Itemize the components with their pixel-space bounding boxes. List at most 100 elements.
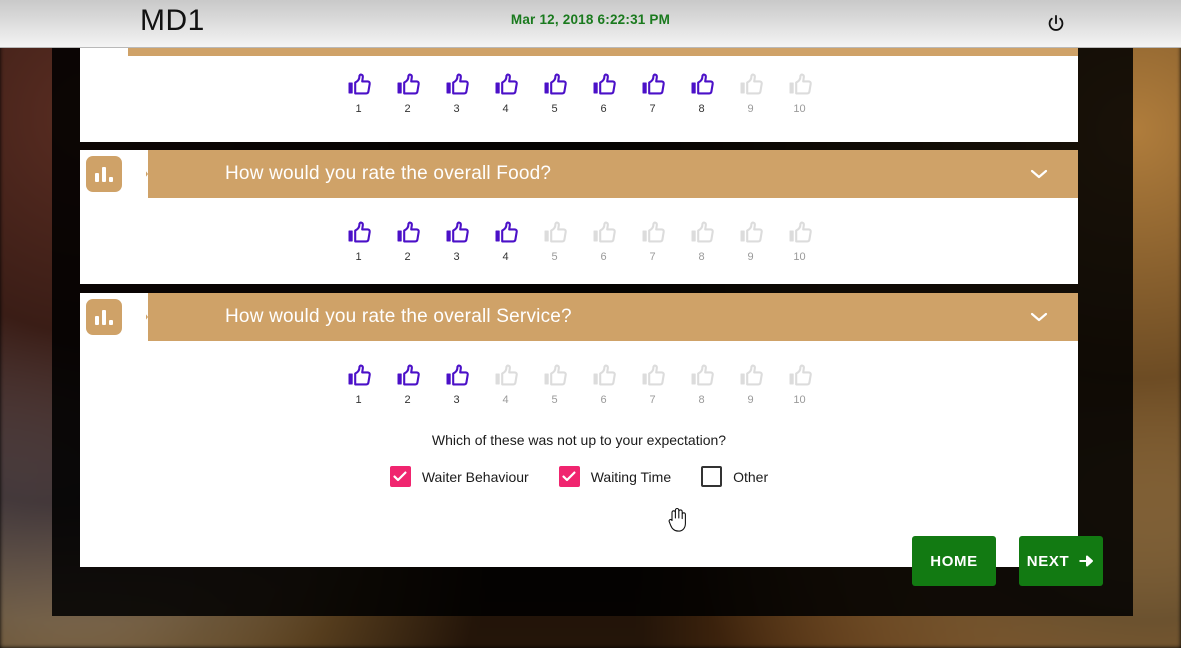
question-header-food[interactable]: How would you rate the overall Food? <box>80 150 1078 198</box>
followup-option-label: Other <box>733 468 769 485</box>
thumbs-up-icon <box>444 361 470 391</box>
thumbs-up-icon <box>689 70 715 100</box>
thumbs-up-icon <box>444 218 470 248</box>
rating-number: 10 <box>793 394 806 406</box>
checkbox-checked[interactable] <box>558 466 580 487</box>
collapse-toggle-food[interactable] <box>1030 168 1048 180</box>
question-header-service[interactable]: How would you rate the overall Service? <box>80 293 1078 341</box>
rating-option-8[interactable]: 8 <box>677 361 726 406</box>
rating-number: 7 <box>649 394 656 406</box>
rating-option-8[interactable]: 8 <box>677 218 726 263</box>
rating-option-5[interactable]: 5 <box>530 361 579 406</box>
rating-option-6[interactable]: 6 <box>579 361 628 406</box>
rating-option-3[interactable]: 3 <box>432 218 481 263</box>
next-button[interactable]: NEXT <box>1019 536 1103 586</box>
arrow-right-icon <box>1079 555 1094 567</box>
rating-option-10[interactable]: 10 <box>775 70 824 115</box>
power-button[interactable] <box>1040 9 1072 39</box>
thumbs-up-icon <box>691 364 714 386</box>
rating-number: 4 <box>502 103 509 115</box>
rating-option-9[interactable]: 9 <box>726 70 775 115</box>
rating-number: 2 <box>404 394 411 406</box>
rating-option-6[interactable]: 6 <box>579 218 628 263</box>
thumbs-up-icon <box>787 218 813 248</box>
rating-option-1[interactable]: 1 <box>334 361 383 406</box>
followup-option-3[interactable]: Other <box>701 466 768 487</box>
thumbs-up-icon <box>642 364 665 386</box>
rating-number: 4 <box>502 394 509 406</box>
home-button-label: HOME <box>930 552 978 570</box>
rating-number: 2 <box>404 251 411 263</box>
rating-option-3[interactable]: 3 <box>432 70 481 115</box>
rating-option-2[interactable]: 2 <box>383 70 432 115</box>
footer-actions: HOME NEXT <box>0 536 1181 596</box>
rating-option-4[interactable]: 4 <box>481 218 530 263</box>
rating-option-4[interactable]: 4 <box>481 361 530 406</box>
rating-option-8[interactable]: 8 <box>677 70 726 115</box>
rating-row-clipped[interactable]: 1 2 3 4 5 6 7 8 9 10 <box>80 70 1078 115</box>
thumbs-up-icon <box>495 221 518 243</box>
followup-option-1[interactable]: Waiter Behaviour <box>389 466 529 487</box>
thumbs-up-icon <box>738 218 764 248</box>
thumbs-up-icon <box>395 218 421 248</box>
rating-row-service[interactable]: 1 2 3 4 5 6 7 8 9 10 <box>80 361 1078 406</box>
rating-option-9[interactable]: 9 <box>726 361 775 406</box>
rating-number: 6 <box>600 394 607 406</box>
thumbs-up-icon <box>640 361 666 391</box>
top-bar: MD1 Mar 12, 2018 6:22:31 PM <box>0 0 1181 48</box>
followup-option-label: Waiter Behaviour <box>421 468 529 485</box>
rating-number: 8 <box>698 103 705 115</box>
rating-option-1[interactable]: 1 <box>334 70 383 115</box>
rating-option-2[interactable]: 2 <box>383 361 432 406</box>
thumbs-up-icon <box>591 218 617 248</box>
thumbs-up-icon <box>738 70 764 100</box>
rating-number: 7 <box>649 251 656 263</box>
thumbs-up-icon <box>395 361 421 391</box>
rating-number: 9 <box>747 394 754 406</box>
rating-number: 10 <box>793 251 806 263</box>
rating-option-7[interactable]: 7 <box>628 218 677 263</box>
rating-option-5[interactable]: 5 <box>530 70 579 115</box>
thumbs-up-icon <box>640 218 666 248</box>
rating-option-3[interactable]: 3 <box>432 361 481 406</box>
followup-option-2[interactable]: Waiting Time <box>558 466 672 487</box>
home-button[interactable]: HOME <box>912 536 996 586</box>
rating-row-food[interactable]: 1 2 3 4 5 6 7 8 9 10 <box>80 218 1078 263</box>
rating-option-10[interactable]: 10 <box>775 218 824 263</box>
rating-option-6[interactable]: 6 <box>579 70 628 115</box>
rating-option-1[interactable]: 1 <box>334 218 383 263</box>
chevron-down-icon <box>1030 312 1048 322</box>
question-card-food: How would you rate the overall Food? 1 2 3… <box>80 150 1078 284</box>
thumbs-up-icon <box>446 364 469 386</box>
rating-option-7[interactable]: 7 <box>628 361 677 406</box>
collapse-toggle-service[interactable] <box>1030 311 1048 323</box>
thumbs-up-icon <box>691 221 714 243</box>
thumbs-up-icon <box>593 364 616 386</box>
thumbs-up-icon <box>640 70 666 100</box>
rating-option-2[interactable]: 2 <box>383 218 432 263</box>
thumbs-up-icon <box>787 70 813 100</box>
followup-option-label: Waiting Time <box>590 468 672 485</box>
thumbs-up-icon <box>346 218 372 248</box>
thumbs-up-icon <box>395 70 421 100</box>
rating-option-5[interactable]: 5 <box>530 218 579 263</box>
rating-option-9[interactable]: 9 <box>726 218 775 263</box>
rating-option-7[interactable]: 7 <box>628 70 677 115</box>
checkbox-checked[interactable] <box>389 466 411 487</box>
followup-options-group[interactable]: Waiter Behaviour Waiting Time Other <box>80 466 1078 487</box>
thumbs-up-icon <box>591 70 617 100</box>
thumbs-up-icon <box>348 221 371 243</box>
thumbs-up-icon <box>348 73 371 95</box>
rating-number: 3 <box>453 251 460 263</box>
question-badge-wrap-food <box>80 150 148 198</box>
bar-chart-icon <box>86 156 122 192</box>
rating-option-10[interactable]: 10 <box>775 361 824 406</box>
rating-number: 8 <box>698 251 705 263</box>
rating-number: 1 <box>355 251 362 263</box>
thumbs-up-icon <box>446 221 469 243</box>
checkbox-unchecked[interactable] <box>701 466 723 487</box>
thumbs-up-icon <box>740 73 763 95</box>
next-button-label: NEXT <box>1026 552 1070 570</box>
rating-number: 2 <box>404 103 411 115</box>
rating-option-4[interactable]: 4 <box>481 70 530 115</box>
